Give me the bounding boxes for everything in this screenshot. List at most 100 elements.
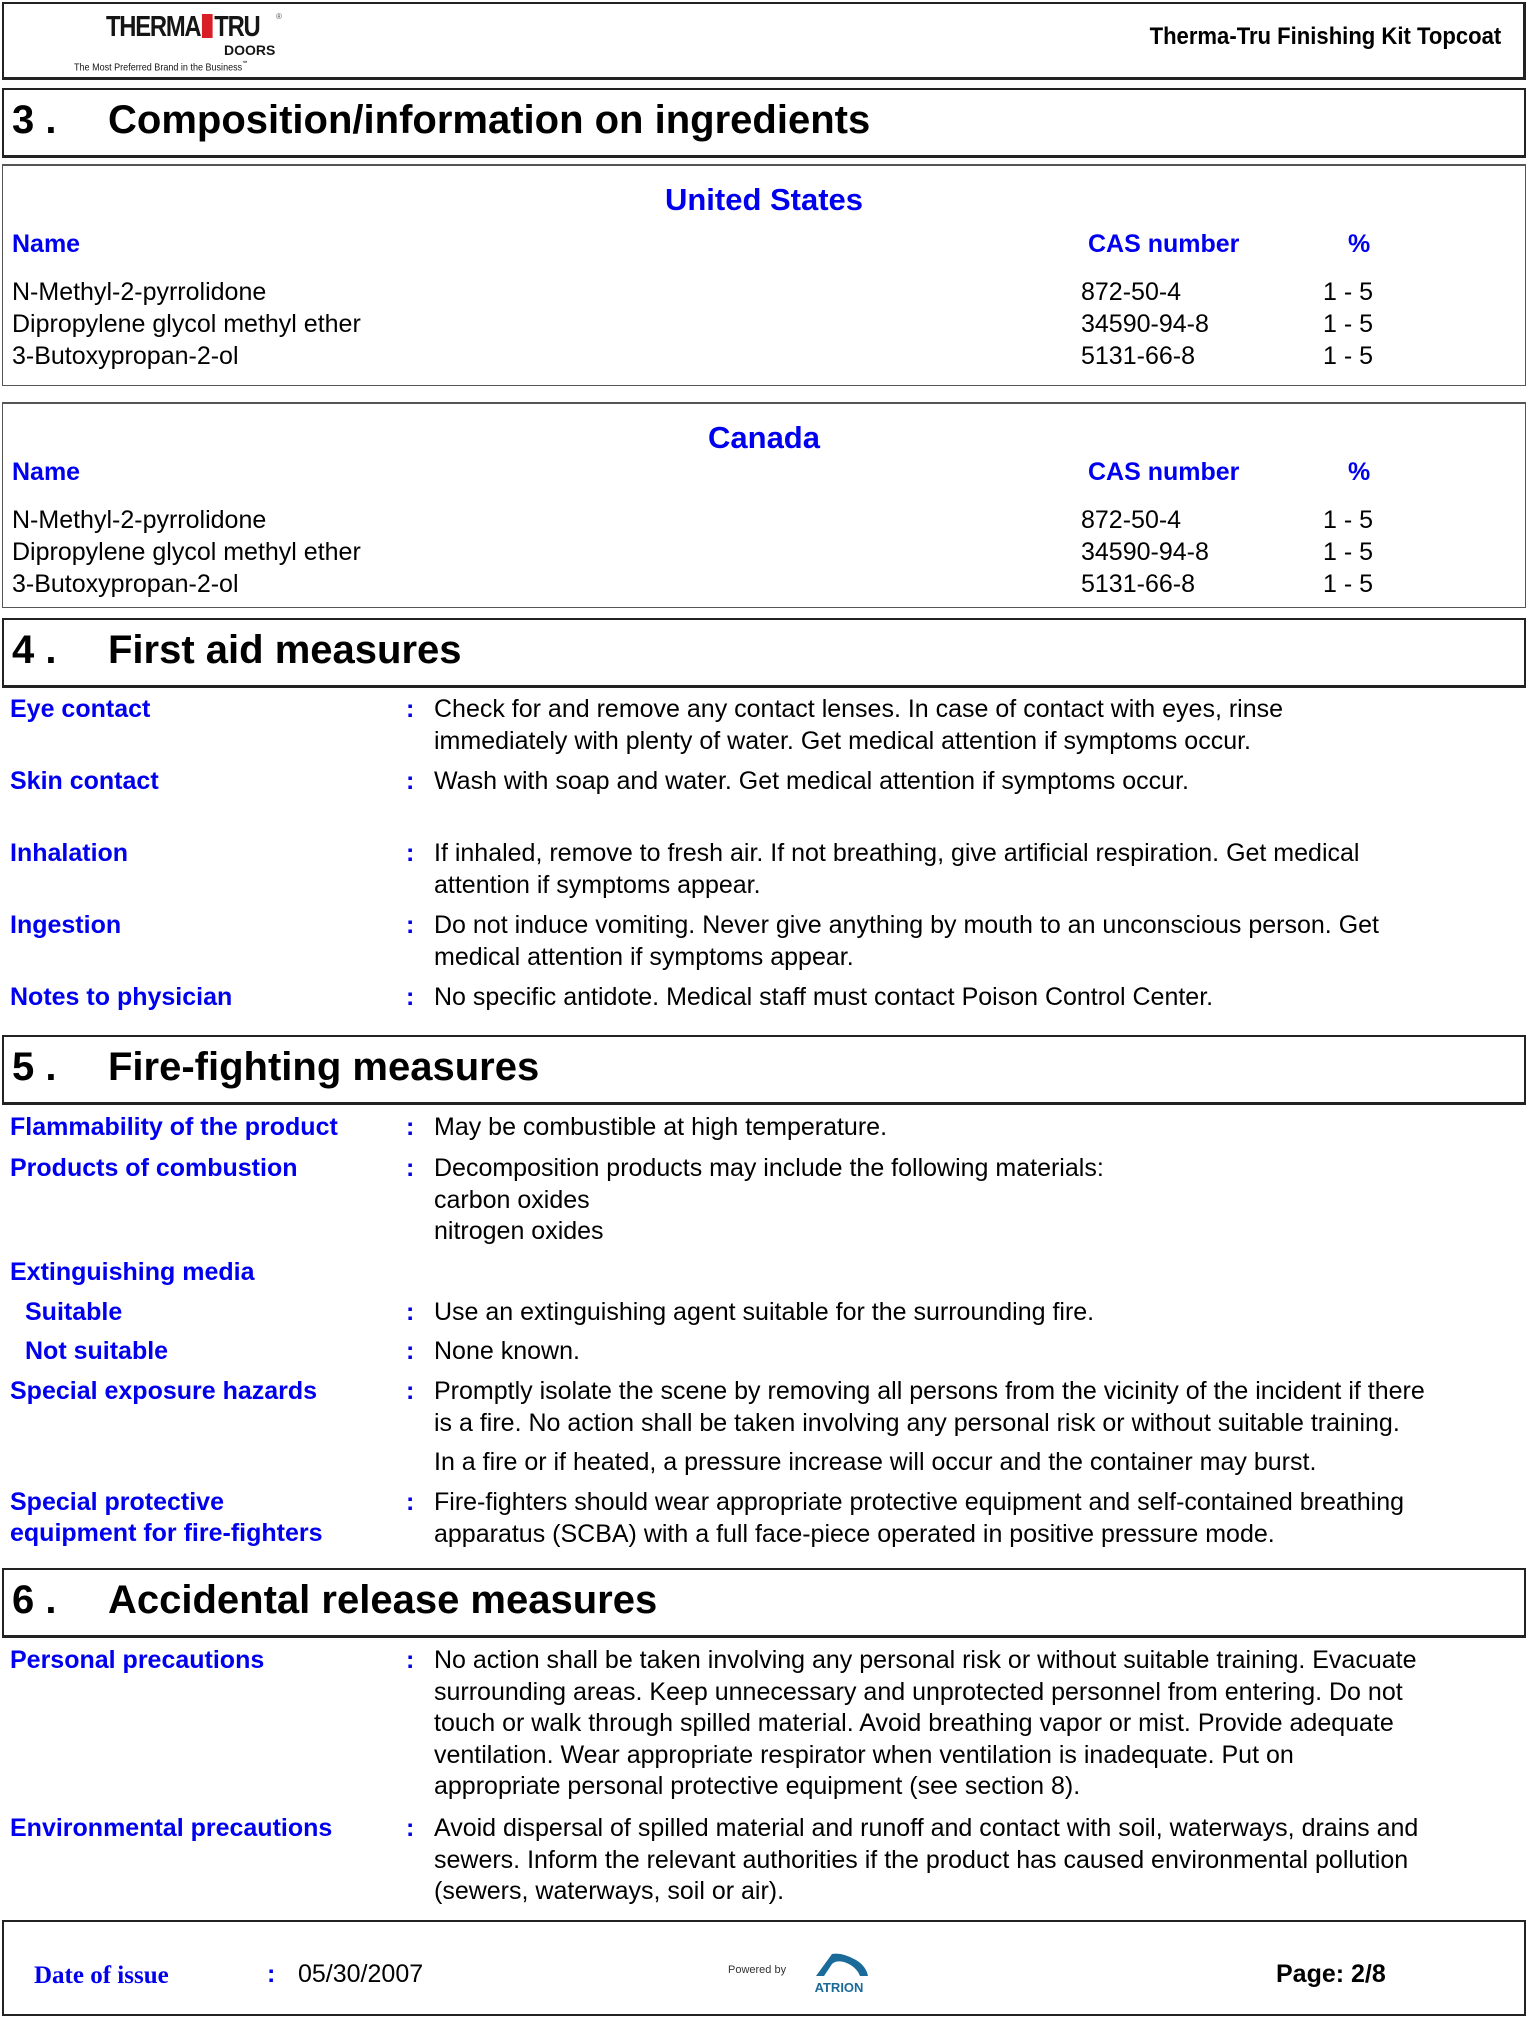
section-title: Composition/information on ingredients: [108, 98, 871, 142]
ingredient-name: N-Methyl-2-pyrrolidone: [12, 278, 267, 306]
field-label: Inhalation: [10, 839, 129, 867]
separator: :: [406, 767, 415, 795]
service-mark: ℠: [242, 61, 249, 68]
value-line: (sewers, waterways, soil or air).: [434, 1877, 785, 1905]
value-line: attention if symptoms appear.: [434, 870, 761, 899]
field-value: Do not induce vomiting. Never give anyth…: [434, 910, 1514, 973]
field-label: Products of combustion: [10, 1154, 298, 1182]
value-line: sewers. Inform the relevant authorities …: [434, 1845, 1409, 1874]
field-value: No specific antidote. Medical staff must…: [434, 982, 1514, 1014]
value-line: No specific antidote. Medical staff must…: [434, 983, 1214, 1011]
field-label: Extinguishing media: [10, 1258, 255, 1286]
field-label: Eye contact: [10, 695, 151, 723]
separator: :: [406, 983, 415, 1011]
section-title: Fire-fighting measures: [108, 1045, 540, 1089]
document-title: Therma-Tru Finishing Kit Topcoat: [1149, 23, 1501, 50]
column-header-percent: %: [1348, 458, 1371, 486]
field-value: Decomposition products may include the f…: [434, 1153, 1514, 1248]
ingredient-name: Dipropylene glycol methyl ether: [12, 538, 361, 566]
field-label: Skin contact: [10, 767, 159, 795]
column-header-name: Name: [12, 458, 81, 486]
value-line: Promptly isolate the scene by removing a…: [434, 1377, 1425, 1405]
ingredients-table-us: United States Name CAS number % N-Methyl…: [2, 164, 1526, 386]
cas-number: 34590-94-8: [1081, 310, 1209, 338]
value-line: carbon oxides: [434, 1185, 590, 1214]
cas-number: 5131-66-8: [1081, 342, 1195, 370]
cas-number: 872-50-4: [1081, 506, 1182, 534]
percent-range: 1 - 5: [1323, 538, 1374, 566]
section-5-header: 5 . Fire-fighting measures: [2, 1035, 1526, 1105]
page-number: Page: 2/8: [1276, 1960, 1386, 1988]
field-label: Personal precautions: [10, 1646, 265, 1674]
logo-brand-right: TRU: [214, 11, 260, 43]
value-line: surrounding areas. Keep unnecessary and …: [434, 1677, 1403, 1706]
value-line: touch or walk through spilled material. …: [434, 1709, 1394, 1737]
page-footer: Date of issue : 05/30/2007 Powered by AT…: [2, 1920, 1526, 2016]
field-label: Notes to physician: [10, 983, 233, 1011]
value-line: Wash with soap and water. Get medical at…: [434, 767, 1189, 795]
value-line: Do not induce vomiting. Never give anyth…: [434, 911, 1379, 939]
field-label: Ingestion: [10, 911, 122, 939]
field-value: None known.: [434, 1336, 1514, 1368]
field-label: Suitable: [25, 1298, 123, 1326]
ingredients-table-canada: Canada Name CAS number % N-Methyl-2-pyrr…: [2, 402, 1526, 608]
column-header-percent: %: [1348, 230, 1371, 258]
logo-tagline: The Most Preferred Brand in the Business…: [74, 60, 248, 74]
separator: :: [406, 1337, 415, 1365]
percent-range: 1 - 5: [1323, 310, 1374, 338]
field-value: Promptly isolate the scene by removing a…: [434, 1376, 1514, 1479]
column-header-cas: CAS number: [1088, 458, 1240, 486]
ingredient-name: Dipropylene glycol methyl ether: [12, 310, 361, 338]
field-value: Use an extinguishing agent suitable for …: [434, 1297, 1514, 1329]
value-line: nitrogen oxides: [434, 1217, 604, 1245]
logo-subtitle: DOORS: [224, 42, 276, 58]
percent-range: 1 - 5: [1323, 570, 1374, 598]
separator: :: [406, 1154, 415, 1182]
value-line: appropriate personal protective equipmen…: [434, 1772, 1081, 1800]
ingredient-name: N-Methyl-2-pyrrolidone: [12, 506, 267, 534]
percent-range: 1 - 5: [1323, 278, 1374, 306]
section-4-header: 4 . First aid measures: [2, 618, 1526, 688]
section-number: 5 .: [12, 1045, 57, 1089]
section-number: 3 .: [12, 98, 57, 142]
separator: :: [406, 839, 415, 867]
value-line: immediately with plenty of water. Get me…: [434, 726, 1252, 755]
value-line: Decomposition products may include the f…: [434, 1154, 1104, 1182]
column-header-cas: CAS number: [1088, 230, 1240, 258]
value-line: Fire-fighters should wear appropriate pr…: [434, 1488, 1405, 1516]
cas-number: 872-50-4: [1081, 278, 1182, 306]
page-header: THERMA TRU ® DOORS The Most Preferred Bra…: [2, 2, 1526, 80]
section-6-header: 6 . Accidental release measures: [2, 1568, 1526, 1638]
label-line: Special protective: [10, 1488, 224, 1516]
separator: :: [406, 1488, 415, 1516]
value-line: Avoid dispersal of spilled material and …: [434, 1814, 1419, 1842]
value-line: In a fire or if heated, a pressure incre…: [434, 1448, 1317, 1476]
tagline-text: The Most Preferred Brand in the Business: [74, 61, 243, 74]
field-value: No action shall be taken involving any p…: [434, 1645, 1514, 1803]
section-3-header: 3 . Composition/information on ingredien…: [2, 88, 1526, 158]
section-number: 6 .: [12, 1578, 57, 1622]
field-label: Special exposure hazards: [10, 1377, 318, 1405]
field-value: Wash with soap and water. Get medical at…: [434, 766, 1514, 798]
field-value: Avoid dispersal of spilled material and …: [434, 1813, 1514, 1908]
separator: :: [406, 1814, 415, 1842]
value-line: None known.: [434, 1337, 580, 1365]
separator: :: [267, 1960, 276, 1988]
label-line: equipment for fire-fighters: [10, 1519, 323, 1547]
logo-brand-left: THERMA: [106, 11, 202, 43]
table-region-title: Canada: [708, 420, 820, 455]
field-label: Not suitable: [25, 1337, 169, 1365]
cas-number: 34590-94-8: [1081, 538, 1209, 566]
separator: :: [406, 1113, 415, 1141]
field-value: May be combustible at high temperature.: [434, 1112, 1514, 1144]
value-line: apparatus (SCBA) with a full face-piece …: [434, 1519, 1275, 1548]
atrion-logo-icon: ATRION: [796, 1948, 882, 1996]
atrion-logo-graphic: ATRION: [815, 1953, 868, 1995]
value-line: If inhaled, remove to fresh air. If not …: [434, 839, 1360, 867]
section-title: Accidental release measures: [108, 1578, 658, 1622]
separator: :: [406, 1646, 415, 1674]
therma-tru-logo: THERMA TRU ® DOORS The Most Preferred Bra…: [74, 10, 294, 74]
field-label: Special protective equipment for fire-fi…: [10, 1487, 323, 1549]
percent-range: 1 - 5: [1323, 342, 1374, 370]
separator: :: [406, 1298, 415, 1326]
